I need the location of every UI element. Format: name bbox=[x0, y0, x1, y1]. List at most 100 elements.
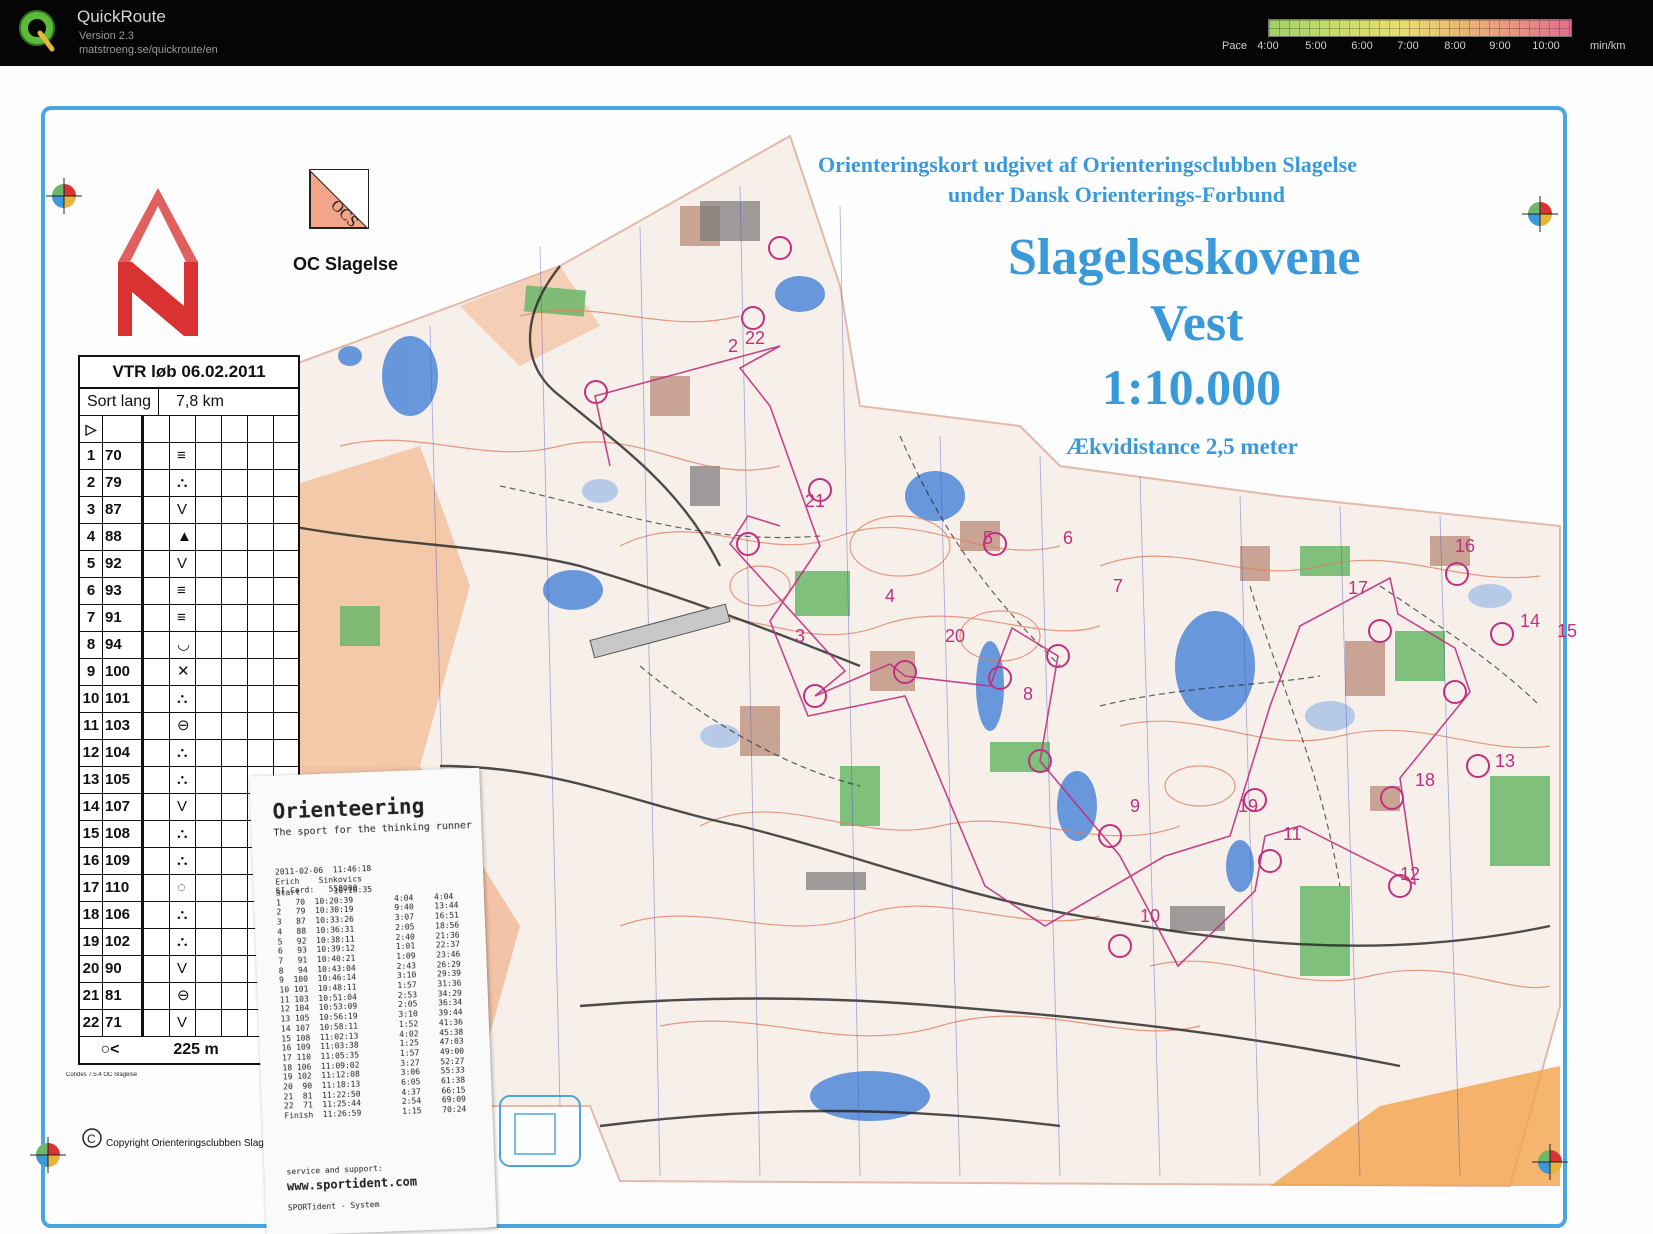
control-order: 15 bbox=[80, 821, 103, 847]
north-arrow-icon bbox=[118, 188, 198, 336]
split-leg-time: 1:15 bbox=[402, 1106, 422, 1117]
control-symbols: ▲ bbox=[143, 524, 298, 550]
control-row: 4 88 ▲ bbox=[80, 524, 298, 551]
publisher-line-1: Orienteringskort udgivet af Orienterings… bbox=[818, 152, 1357, 177]
pace-tick: 6:00 bbox=[1351, 40, 1373, 52]
control-code: 70 bbox=[103, 443, 143, 469]
control-number: 10 bbox=[1140, 906, 1161, 926]
condes-credit: Condes 7.5.4 OC Slagelse bbox=[66, 1072, 138, 1078]
control-row: 12 104 ⛬ bbox=[80, 740, 298, 767]
club-name: OC Slagelse bbox=[293, 254, 399, 274]
control-code: 101 bbox=[103, 686, 143, 712]
pace-tick: 4:00 bbox=[1257, 40, 1279, 52]
finish-distance: 225 m bbox=[173, 1041, 219, 1058]
receipt-subtitle: The sport for the thinking runner bbox=[273, 820, 473, 839]
control-order: 20 bbox=[80, 956, 103, 982]
copyright-text: Copyright Orienteringsclubben Slagelse bbox=[106, 1138, 283, 1149]
control-symbols: ≡ bbox=[143, 605, 298, 631]
control-row: 8 94 ◡ bbox=[80, 632, 298, 659]
feature-symbol: ◌ bbox=[177, 879, 186, 896]
course-length: 7,8 km bbox=[175, 393, 224, 410]
control-symbols: ⛬ bbox=[143, 740, 298, 766]
control-code: 106 bbox=[103, 902, 143, 928]
feature-symbol: ⛬ bbox=[177, 852, 188, 869]
control-number: 3 bbox=[795, 626, 806, 646]
control-number: 22 bbox=[745, 328, 766, 348]
control-order: 4 bbox=[80, 524, 103, 550]
feature-symbol: ⛬ bbox=[177, 906, 188, 923]
sportident-receipt: Orienteering The sport for the thinking … bbox=[249, 767, 497, 1234]
control-symbols: ≡ bbox=[143, 443, 298, 469]
control-symbols: ⛬ bbox=[143, 686, 298, 712]
receipt-title: Orienteering bbox=[272, 793, 425, 824]
feature-symbol: ≡ bbox=[177, 609, 186, 626]
receipt-service: service and support: bbox=[286, 1163, 383, 1177]
control-number: 7 bbox=[1113, 576, 1124, 596]
control-number: 17 bbox=[1348, 578, 1369, 598]
pace-color-scale bbox=[1268, 19, 1572, 37]
control-code: 87 bbox=[103, 497, 143, 523]
control-symbols: ≡ bbox=[143, 578, 298, 604]
control-order: 6 bbox=[80, 578, 103, 604]
app-version: Version 2.3 bbox=[79, 30, 135, 42]
control-row: 3 87 V bbox=[80, 497, 298, 524]
control-number: 21 bbox=[805, 491, 826, 511]
receipt-splits: Start 10:16:35 1 70 10:20:39 4:04 4:04 2 79… bbox=[276, 881, 483, 1121]
event-title: VTR løb 06.02.2011 bbox=[80, 357, 298, 389]
control-code: 88 bbox=[103, 524, 143, 550]
app-title: QuickRoute bbox=[77, 7, 166, 26]
control-number: 11 bbox=[1283, 824, 1302, 844]
feature-symbol: ⛬ bbox=[177, 474, 188, 491]
control-row: 5 92 V bbox=[80, 551, 298, 578]
control-order: 17 bbox=[80, 875, 103, 901]
feature-symbol: ≡ bbox=[177, 582, 186, 599]
control-symbols: V bbox=[143, 551, 298, 577]
pace-tick: 5:00 bbox=[1305, 40, 1327, 52]
control-number: 16 bbox=[1455, 536, 1476, 556]
feature-symbol: ⊖ bbox=[177, 717, 190, 734]
control-code: 107 bbox=[103, 794, 143, 820]
feature-symbol: ⛬ bbox=[177, 771, 188, 788]
control-order: 7 bbox=[80, 605, 103, 631]
control-code: 93 bbox=[103, 578, 143, 604]
control-order: 12 bbox=[80, 740, 103, 766]
control-row: 6 93 ≡ bbox=[80, 578, 298, 605]
control-order: 16 bbox=[80, 848, 103, 874]
control-code: 105 bbox=[103, 767, 143, 793]
control-symbols: ⛬ bbox=[143, 470, 298, 496]
map-title: Slagelseskovene bbox=[1008, 229, 1361, 286]
control-order: 11 bbox=[80, 713, 103, 739]
control-code: 94 bbox=[103, 632, 143, 658]
control-order: 9 bbox=[80, 659, 103, 685]
pace-tick: 7:00 bbox=[1397, 40, 1419, 52]
control-number: 18 bbox=[1415, 770, 1436, 790]
control-number: 15 bbox=[1557, 621, 1578, 641]
publisher-line-2: under Dansk Orienterings-Forbund bbox=[948, 182, 1285, 207]
app-url-link[interactable]: matstroeng.se/quickroute/en bbox=[79, 44, 218, 56]
feature-symbol: ⛬ bbox=[177, 690, 188, 707]
control-number: 19 bbox=[1238, 796, 1259, 816]
feature-symbol: ⛬ bbox=[177, 825, 188, 842]
control-symbols: ◡ bbox=[143, 632, 298, 658]
control-order: 3 bbox=[80, 497, 103, 523]
control-code: 100 bbox=[103, 659, 143, 685]
feature-symbol: V bbox=[177, 960, 188, 977]
finish-start-symbol: ○< bbox=[100, 1041, 120, 1058]
receipt-system: SPORTident - System bbox=[287, 1199, 380, 1213]
feature-symbol: ⛬ bbox=[177, 744, 188, 761]
control-number: 13 bbox=[1495, 751, 1516, 771]
pace-tick: 8:00 bbox=[1444, 40, 1466, 52]
start-symbol: ▷ bbox=[80, 416, 103, 442]
map-equidistance: Ækvidistance 2,5 meter bbox=[1066, 434, 1298, 459]
feature-symbol: ▲ bbox=[177, 528, 192, 545]
control-row: 9 100 ✕ bbox=[80, 659, 298, 686]
receipt-website: www.sportident.com bbox=[286, 1174, 418, 1194]
pace-tick: 9:00 bbox=[1489, 40, 1511, 52]
feature-symbol: ⊖ bbox=[177, 987, 190, 1004]
control-code: 102 bbox=[103, 929, 143, 955]
pace-unit: min/km bbox=[1590, 40, 1626, 52]
map-view[interactable]: OCS C 2 3 4 5 6 7 8 9 10 11 12 13 14 15 16 17 18 19 20 21 22… bbox=[0, 66, 1653, 1234]
feature-symbol: ⛬ bbox=[177, 933, 188, 950]
control-order: 18 bbox=[80, 902, 103, 928]
control-number: 20 bbox=[945, 626, 966, 646]
